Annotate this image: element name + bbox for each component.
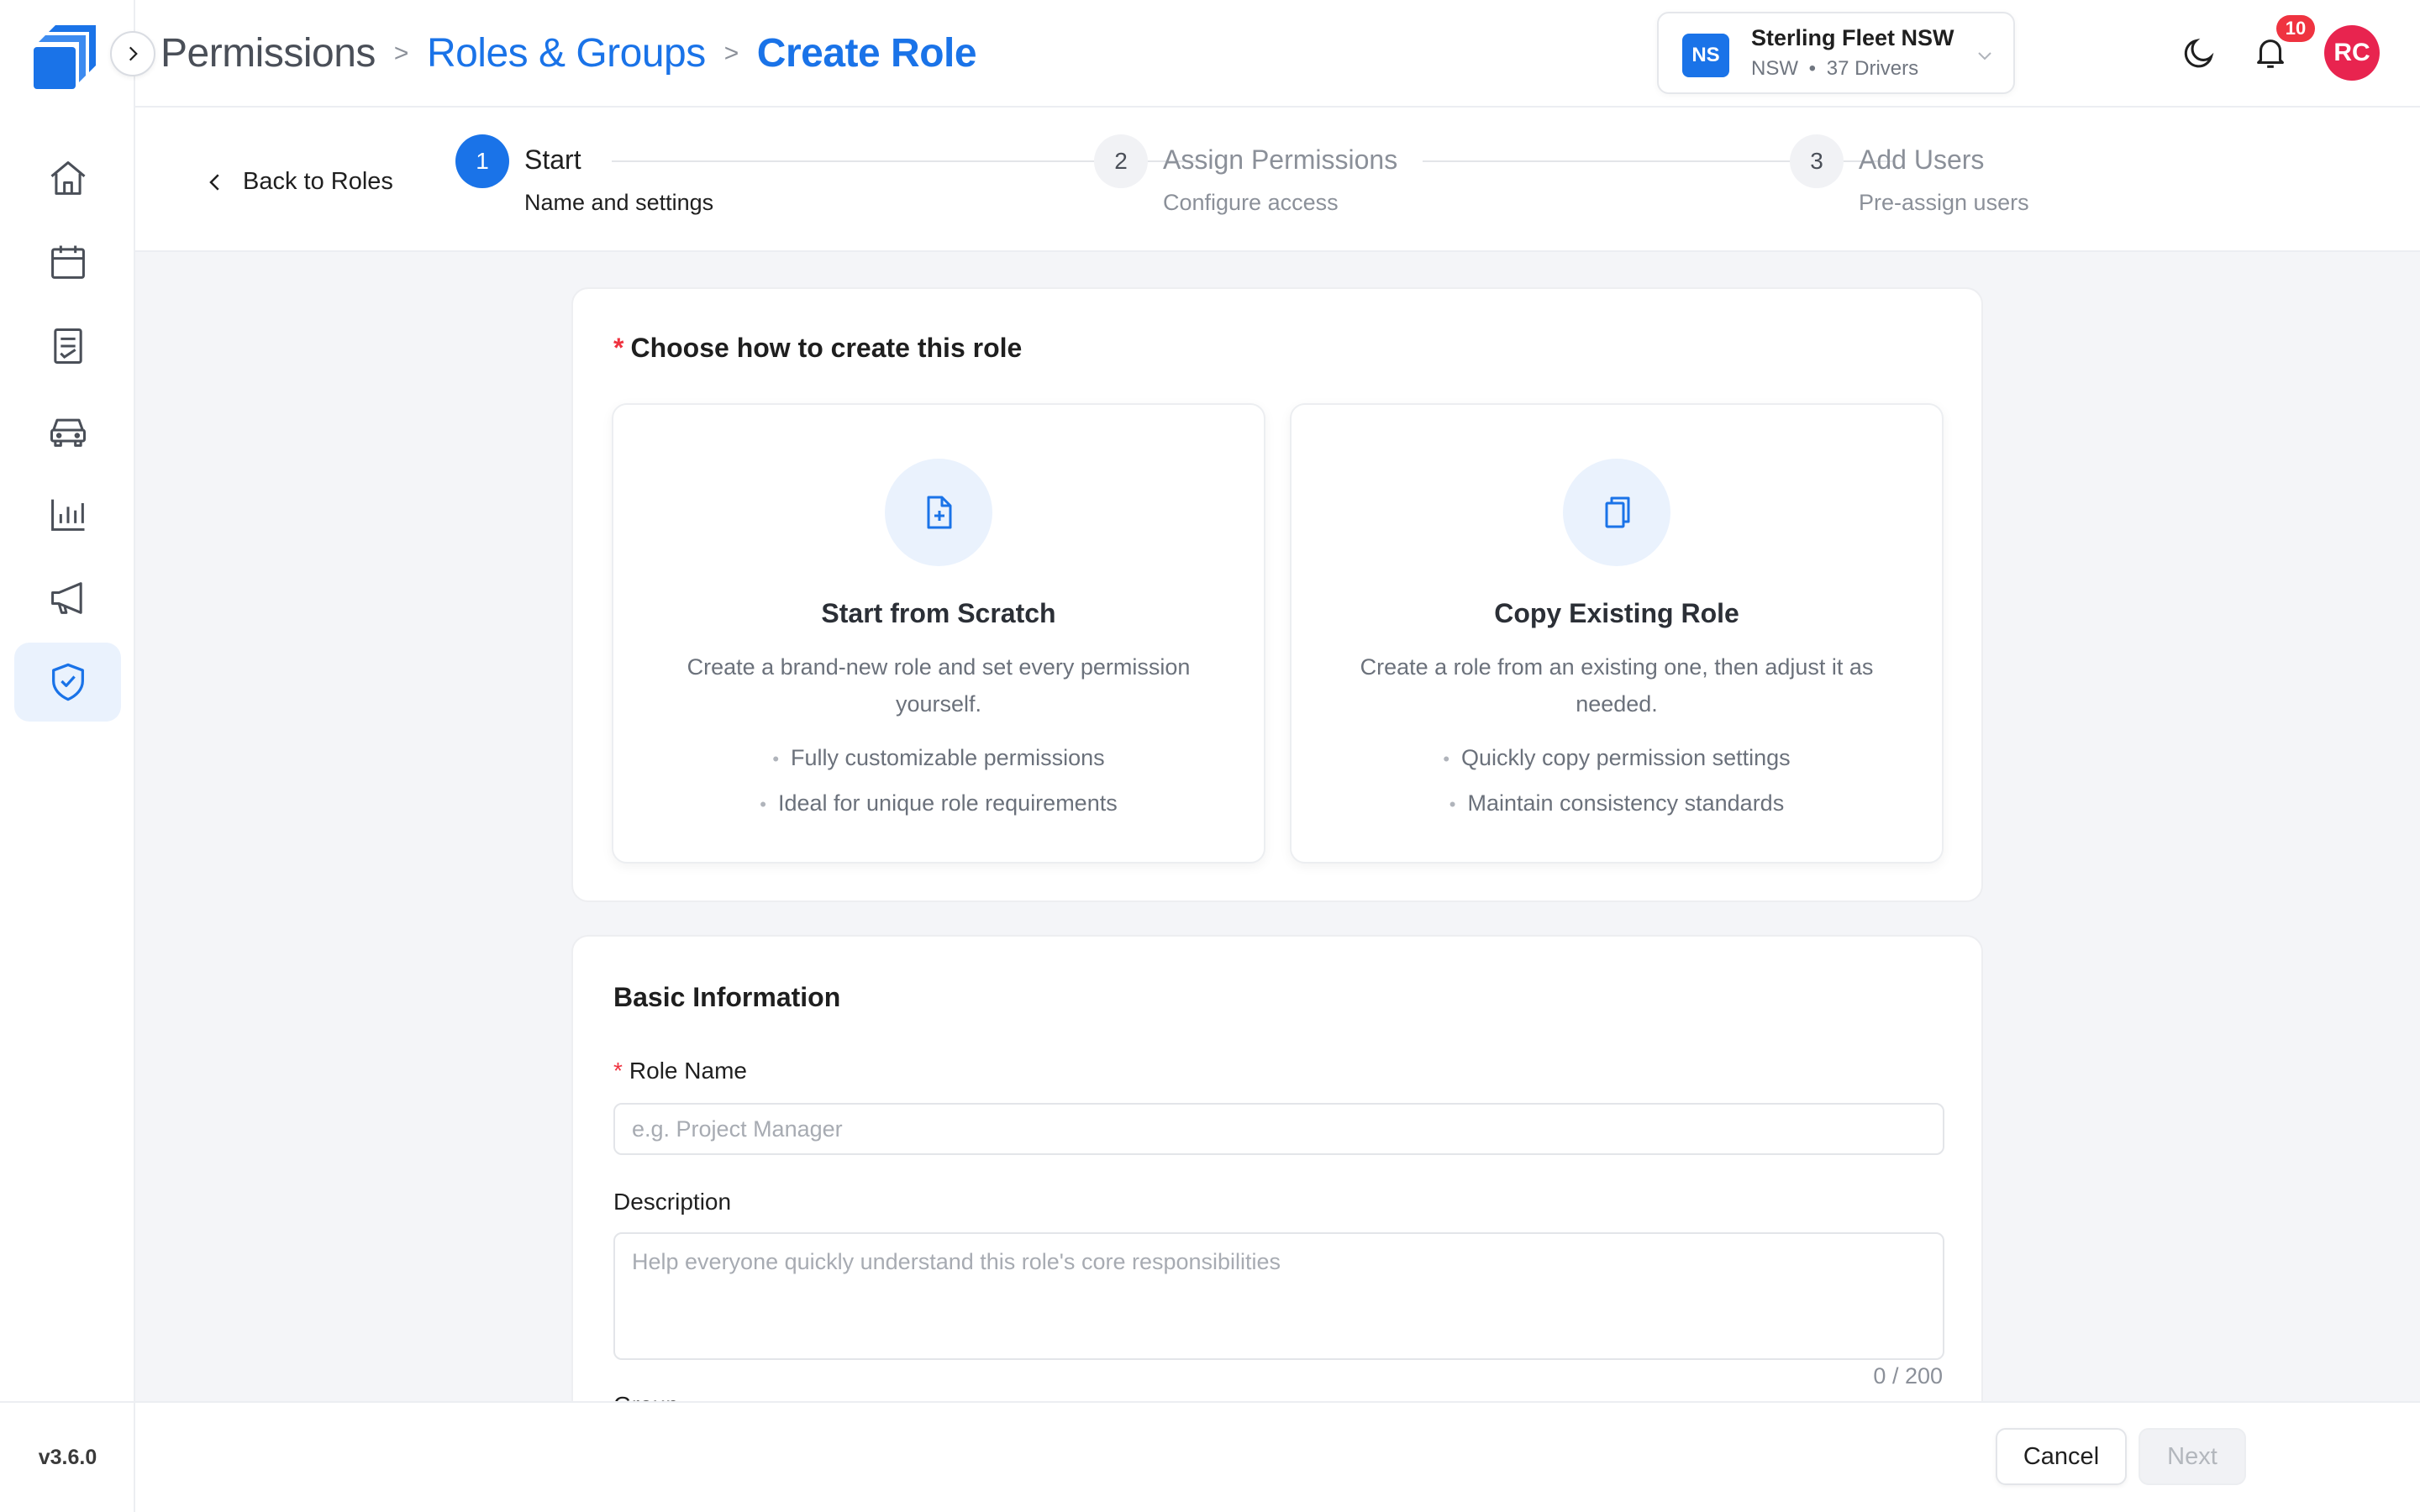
logo-icon	[34, 25, 96, 89]
cancel-button[interactable]: Cancel	[1996, 1428, 2127, 1485]
chevron-down-icon	[1978, 52, 1991, 60]
option-description: Create a role from an existing one, then…	[1360, 654, 1874, 717]
sidebar: v3.6.0	[0, 0, 135, 1512]
role-name-label-text: Role Name	[629, 1058, 747, 1084]
step-subtitle: Pre-assign users	[1859, 190, 2029, 215]
basic-information-title: Basic Information	[613, 982, 841, 1012]
option-feature: Fully customizable permissions	[613, 736, 1264, 781]
option-feature-list: Quickly copy permission settings Maintai…	[1292, 736, 1942, 827]
back-to-roles-label: Back to Roles	[243, 168, 393, 195]
organization-switcher[interactable]: NS Sterling Fleet NSW NSW • 37 Drivers	[1657, 12, 2015, 94]
breadcrumb-create-role: Create Role	[756, 31, 977, 76]
breadcrumb-separator: >	[723, 39, 739, 67]
step-title: Assign Permissions	[1163, 144, 1398, 175]
notification-count-badge: 10	[2276, 15, 2315, 42]
step-number: 2	[1094, 134, 1148, 188]
option-copy-existing-role[interactable]: Copy Existing Role Create a role from an…	[1290, 403, 1944, 864]
app-logo[interactable]	[30, 22, 103, 94]
sidebar-item-documents[interactable]	[14, 307, 121, 386]
sidebar-item-announcements[interactable]	[14, 559, 121, 638]
sidebar-collapse-button[interactable]	[110, 31, 155, 76]
sidebar-item-permissions[interactable]	[14, 643, 121, 722]
calendar-icon	[50, 245, 85, 279]
document-list-icon	[53, 328, 82, 365]
option-icon-wrapper	[885, 459, 992, 566]
breadcrumb-permissions[interactable]: Permissions	[160, 30, 376, 76]
sidebar-item-reports[interactable]	[14, 475, 121, 554]
bar-chart-icon	[50, 499, 84, 531]
option-start-from-scratch[interactable]: Start from Scratch Create a brand-new ro…	[612, 403, 1265, 864]
step-title: Add Users	[1859, 144, 1985, 175]
app-version: v3.6.0	[0, 1401, 135, 1512]
back-to-roles-link[interactable]: Back to Roles	[203, 168, 393, 196]
org-name: Sterling Fleet NSW	[1751, 25, 1954, 50]
breadcrumb-separator: >	[393, 39, 409, 67]
org-meta-separator: •	[1808, 57, 1817, 80]
creation-method-title-text: Choose how to create this role	[630, 333, 1023, 363]
file-plus-icon	[927, 496, 952, 529]
org-badge: NS	[1682, 34, 1729, 77]
breadcrumb: Permissions > Roles & Groups > Create Ro…	[160, 30, 977, 76]
description-textarea[interactable]	[613, 1232, 1944, 1360]
org-region: NSW	[1751, 57, 1798, 80]
step-subtitle: Name and settings	[524, 190, 714, 215]
option-feature-list: Fully customizable permissions Ideal for…	[613, 736, 1264, 827]
step-number: 3	[1790, 134, 1844, 188]
required-mark: *	[613, 1058, 623, 1084]
megaphone-icon	[50, 582, 82, 614]
sidebar-item-calendar[interactable]	[14, 223, 121, 302]
sidebar-item-home[interactable]	[14, 139, 121, 218]
shield-check-icon	[51, 663, 84, 701]
step-number: 1	[455, 134, 509, 188]
option-feature: Ideal for unique role requirements	[613, 781, 1264, 827]
user-avatar[interactable]: RC	[2324, 25, 2380, 81]
org-meta: NSW • 37 Drivers	[1751, 57, 1918, 81]
option-feature: Quickly copy permission settings	[1292, 736, 1942, 781]
next-button[interactable]: Next	[2139, 1428, 2246, 1485]
footer-bar: Cancel Next	[135, 1401, 2420, 1512]
creation-method-title: * Choose how to create this role	[613, 333, 1022, 364]
role-name-input[interactable]	[613, 1103, 1944, 1155]
stepper-bar: Back to Roles 1 Start Name and settings …	[135, 108, 2420, 252]
dark-mode-icon[interactable]	[2180, 34, 2218, 72]
org-drivers: 37 Drivers	[1826, 57, 1919, 80]
home-icon	[50, 161, 85, 195]
breadcrumb-roles-groups[interactable]: Roles & Groups	[427, 30, 706, 76]
option-feature: Maintain consistency standards	[1292, 781, 1942, 827]
car-icon	[50, 418, 86, 447]
required-mark: *	[613, 333, 624, 363]
option-title: Copy Existing Role	[1494, 598, 1739, 628]
step-subtitle: Configure access	[1163, 190, 1339, 215]
chevron-left-icon	[209, 173, 219, 191]
top-header: Permissions > Roles & Groups > Create Ro…	[135, 0, 2420, 108]
sidebar-item-vehicles[interactable]	[14, 391, 121, 470]
copy-icon	[1605, 496, 1630, 528]
description-char-count: 0 / 200	[1873, 1363, 1943, 1389]
chevron-right-icon	[129, 46, 138, 61]
creation-method-card: * Choose how to create this role Start fr…	[571, 287, 1983, 902]
option-title: Start from Scratch	[821, 598, 1056, 628]
description-label: Description	[613, 1189, 732, 1215]
step-title: Start	[524, 144, 581, 175]
option-description: Create a brand-new role and set every pe…	[687, 654, 1191, 717]
option-icon-wrapper	[1563, 459, 1670, 566]
role-name-label: * Role Name	[613, 1058, 747, 1084]
